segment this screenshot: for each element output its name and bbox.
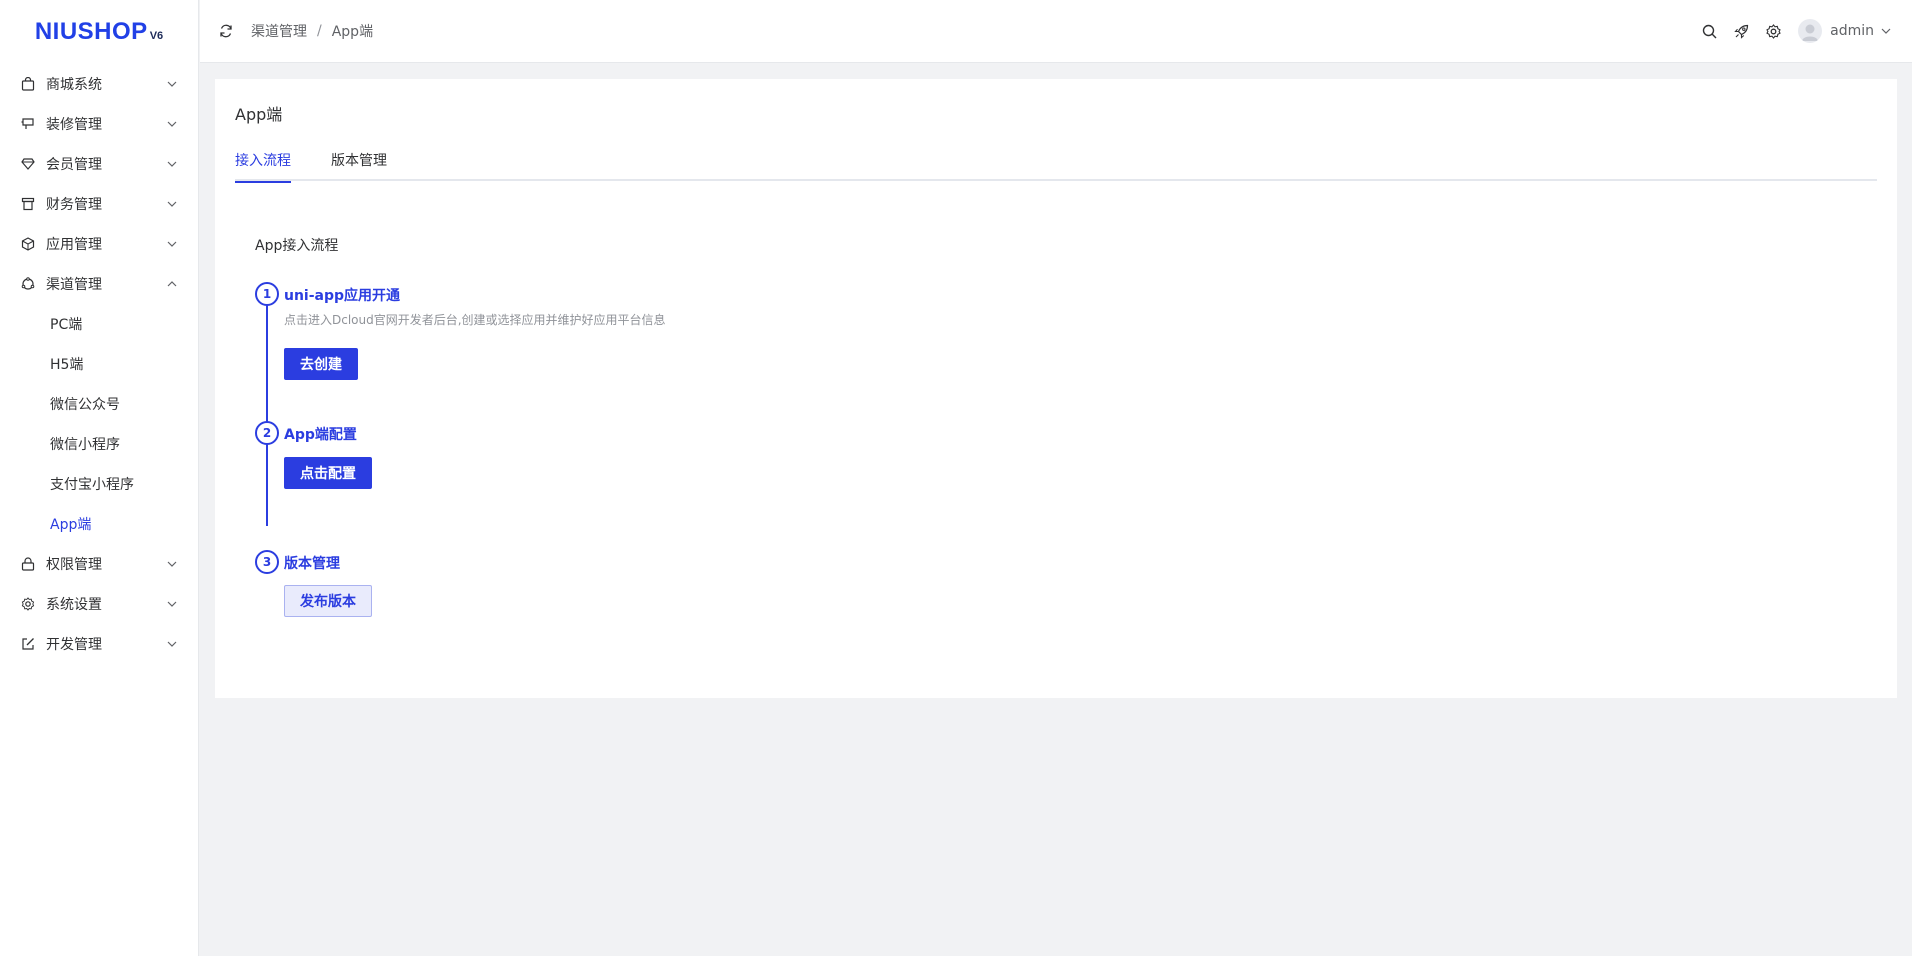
- configure-button[interactable]: 点击配置: [284, 457, 372, 489]
- breadcrumb-separator: /: [317, 23, 322, 39]
- username: admin: [1830, 23, 1874, 39]
- sidebar-subitem-wechat-official[interactable]: 微信公众号: [0, 384, 198, 424]
- channel-icon: [20, 277, 35, 292]
- chevron-down-icon: [166, 558, 178, 570]
- step-title: 版本管理: [284, 556, 340, 572]
- sidebar-item-decoration[interactable]: 装修管理: [0, 104, 198, 144]
- step-number: 1: [255, 282, 279, 306]
- header-actions: admin: [1686, 19, 1892, 43]
- search-icon[interactable]: [1700, 22, 1718, 40]
- chevron-down-icon: [166, 78, 178, 90]
- diamond-icon: [20, 157, 35, 172]
- sidebar-subitem-pc[interactable]: PC端: [0, 304, 198, 344]
- shopping-bag-icon: [20, 77, 35, 92]
- sidebar-subitem-alipay-miniprogram[interactable]: 支付宝小程序: [0, 464, 198, 504]
- chevron-down-icon: [166, 158, 178, 170]
- section-title: App接入流程: [255, 238, 339, 254]
- step-number: 3: [255, 550, 279, 574]
- finance-icon: [20, 197, 35, 212]
- gear-icon: [20, 597, 35, 612]
- logo[interactable]: NIUSHOP V6: [0, 0, 198, 64]
- sidebar-item-development[interactable]: 开发管理: [0, 624, 198, 664]
- sidebar-item-label: 装修管理: [46, 117, 102, 133]
- sidebar-subitem-h5[interactable]: H5端: [0, 344, 198, 384]
- tab-access-flow[interactable]: 接入流程: [235, 151, 291, 183]
- sidebar-item-permissions[interactable]: 权限管理: [0, 544, 198, 584]
- tab-version-management[interactable]: 版本管理: [331, 151, 387, 181]
- edit-icon: [20, 637, 35, 652]
- chevron-down-icon: [166, 638, 178, 650]
- rocket-icon[interactable]: [1732, 22, 1750, 40]
- sidebar-item-label: 开发管理: [46, 637, 102, 653]
- decoration-icon: [20, 117, 35, 132]
- chevron-down-icon: [1880, 25, 1892, 37]
- step-title: uni-app应用开通: [284, 288, 401, 304]
- tab-bar: 接入流程 版本管理: [235, 151, 1877, 183]
- step-number: 2: [255, 421, 279, 445]
- publish-version-button[interactable]: 发布版本: [284, 585, 372, 617]
- sidebar-item-label: 财务管理: [46, 197, 102, 213]
- user-menu[interactable]: admin: [1798, 19, 1892, 43]
- breadcrumb-item-channels[interactable]: 渠道管理: [251, 21, 307, 41]
- cube-icon: [20, 237, 35, 252]
- sidebar-item-label: 系统设置: [46, 597, 102, 613]
- timeline-connector: [266, 304, 268, 526]
- chevron-down-icon: [166, 118, 178, 130]
- sidebar-item-label: 应用管理: [46, 237, 102, 253]
- sidebar-item-mall[interactable]: 商城系统: [0, 64, 198, 104]
- sidebar-item-channels[interactable]: 渠道管理: [0, 264, 198, 304]
- logo-text: NIUSHOP: [34, 18, 148, 45]
- sidebar-subitem-app[interactable]: App端: [0, 504, 198, 544]
- sidebar-menu: 商城系统 装修管理 会员管理 财务管理 应用管理 渠道管理 PC端 H5端 微信…: [0, 64, 198, 664]
- chevron-down-icon: [166, 238, 178, 250]
- sidebar: NIUSHOP V6 商城系统 装修管理 会员管理 财务管理 应用管理 渠道管理…: [0, 0, 199, 956]
- steps-timeline: 1 uni-app应用开通 点击进入Dcloud官网开发者后台,创建或选择应用并…: [255, 282, 1055, 622]
- top-header: 渠道管理 / App端 admin: [200, 0, 1912, 63]
- page-title: App端: [235, 105, 283, 124]
- main-card: App端 接入流程 版本管理 App接入流程 1 uni-app应用开通 点击进…: [215, 79, 1897, 698]
- sidebar-subitem-wechat-miniprogram[interactable]: 微信小程序: [0, 424, 198, 464]
- sidebar-item-label: 权限管理: [46, 557, 102, 573]
- refresh-icon[interactable]: [217, 22, 235, 40]
- chevron-up-icon: [166, 278, 178, 290]
- sidebar-item-label: 会员管理: [46, 157, 102, 173]
- sidebar-item-label: 渠道管理: [46, 277, 102, 293]
- lock-icon: [20, 557, 35, 572]
- create-button[interactable]: 去创建: [284, 348, 358, 380]
- sidebar-item-members[interactable]: 会员管理: [0, 144, 198, 184]
- breadcrumb: 渠道管理 / App端: [251, 21, 373, 41]
- gear-icon[interactable]: [1764, 22, 1782, 40]
- sidebar-item-system-settings[interactable]: 系统设置: [0, 584, 198, 624]
- sidebar-item-apps[interactable]: 应用管理: [0, 224, 198, 264]
- sidebar-item-finance[interactable]: 财务管理: [0, 184, 198, 224]
- breadcrumb-item-current: App端: [331, 24, 374, 40]
- avatar: [1798, 19, 1823, 43]
- step-description: 点击进入Dcloud官网开发者后台,创建或选择应用并维护好应用平台信息: [284, 313, 666, 327]
- step-title: App端配置: [284, 427, 357, 443]
- chevron-down-icon: [166, 598, 178, 610]
- logo-version: V6: [149, 30, 164, 42]
- sidebar-item-label: 商城系统: [46, 77, 102, 93]
- chevron-down-icon: [166, 198, 178, 210]
